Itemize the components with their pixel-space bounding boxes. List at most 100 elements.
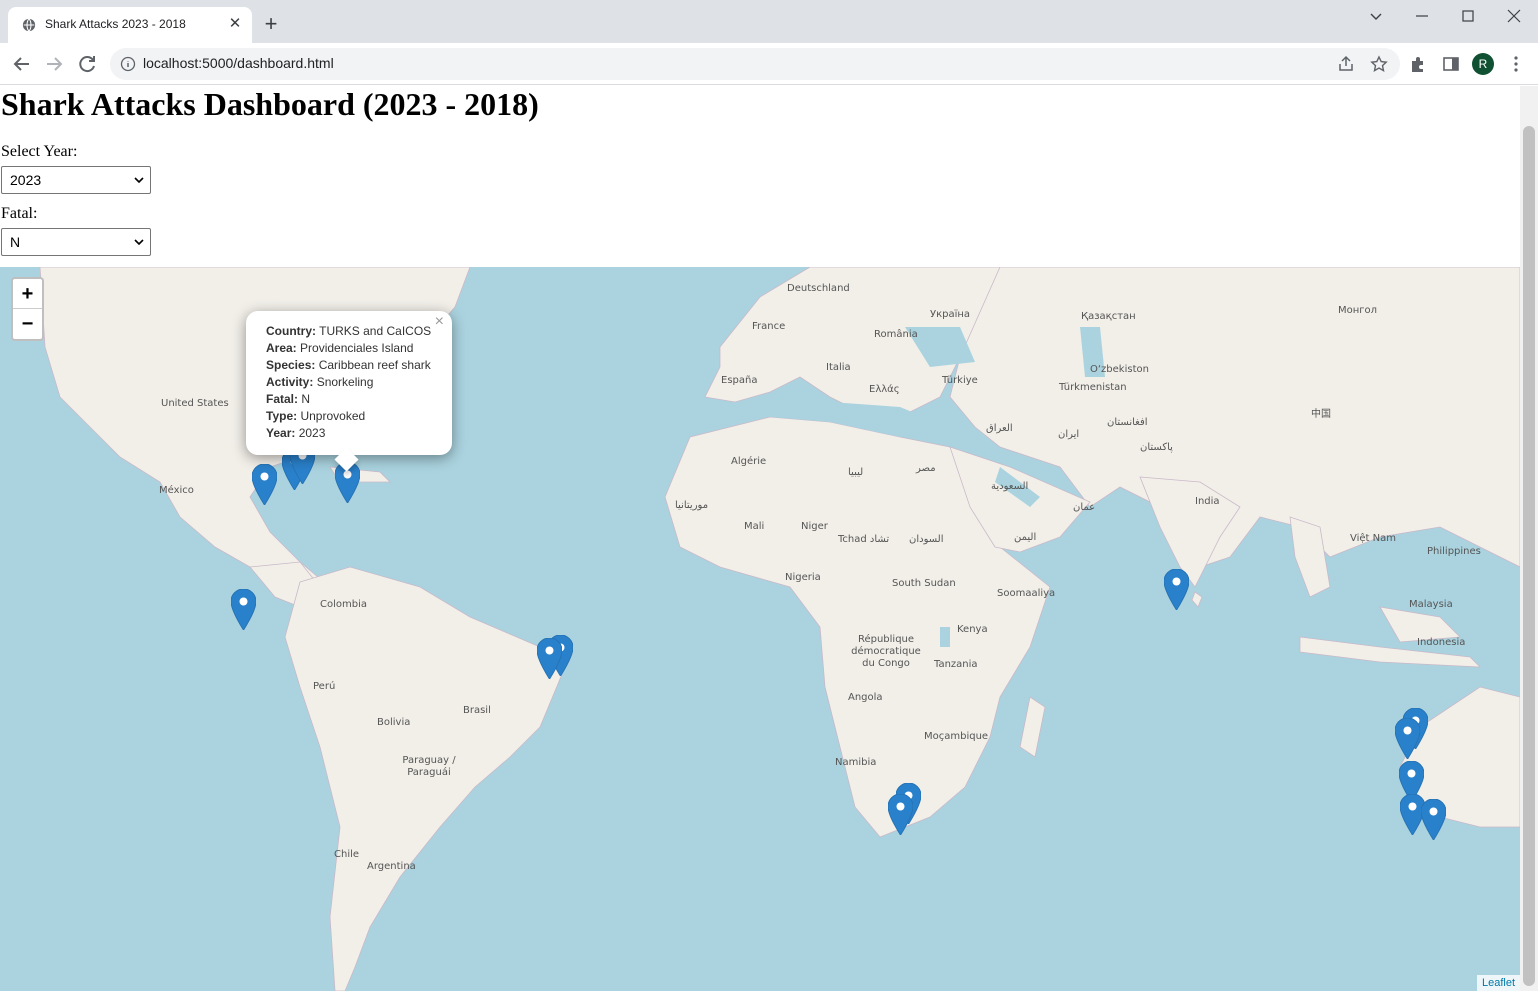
map-label: Türkmenistan	[1059, 382, 1127, 393]
year-select[interactable]: 2023	[1, 166, 151, 194]
tab-close-icon[interactable]: ✕	[226, 15, 244, 33]
map-label: Italia	[826, 362, 851, 373]
map-label: United States	[161, 398, 229, 409]
map-label: Angola	[848, 692, 883, 703]
back-icon[interactable]	[10, 52, 34, 76]
map-label: South Sudan	[892, 578, 956, 589]
fatal-select[interactable]: N	[1, 228, 151, 256]
map-label: Việt Nam	[1350, 533, 1397, 544]
map-pin-icon[interactable]	[537, 638, 562, 679]
extensions-icon[interactable]	[1408, 54, 1428, 74]
map-label: السعودية	[991, 481, 1029, 492]
map-label: مصر	[916, 463, 936, 474]
map-label: Chile	[334, 849, 360, 860]
popup-fatal-label: Fatal:	[266, 392, 299, 406]
address-bar[interactable]: localhost:5000/dashboard.html	[110, 48, 1400, 80]
map-label: Deutschland	[787, 283, 850, 294]
map-pin-icon[interactable]	[231, 589, 256, 630]
popup-fatal: N	[301, 392, 311, 406]
popup-area: Providenciales Island	[300, 341, 414, 355]
maximize-icon[interactable]	[1458, 6, 1478, 26]
page-scrollbar[interactable]	[1520, 86, 1538, 991]
chevron-down-icon	[134, 177, 144, 184]
year-select-value: 2023	[10, 172, 42, 188]
map-label: Монгол	[1338, 305, 1378, 316]
map-label: India	[1195, 496, 1220, 507]
map-label: Argentina	[367, 861, 416, 872]
popup-year-label: Year:	[266, 426, 296, 440]
map-label: Colombia	[320, 599, 367, 610]
map-label: Nigeria	[785, 572, 821, 583]
popup-species-label: Species:	[266, 358, 316, 372]
browser-tab[interactable]: Shark Attacks 2023 - 2018 ✕	[8, 7, 252, 43]
forward-icon[interactable]	[42, 52, 66, 76]
map-label: عمان	[1073, 502, 1096, 513]
bookmark-star-icon[interactable]	[1369, 54, 1389, 74]
map-label: Perú	[313, 681, 336, 692]
reload-icon[interactable]	[75, 52, 99, 76]
tab-title: Shark Attacks 2023 - 2018	[45, 17, 186, 31]
map-label: السودان	[909, 534, 944, 545]
map-label: Malaysia	[1409, 599, 1453, 610]
leaflet-attribution-link[interactable]: Leaflet	[1476, 975, 1520, 991]
profile-avatar[interactable]: R	[1472, 53, 1494, 75]
map-label: Mali	[744, 521, 765, 532]
scrollbar-thumb[interactable]	[1523, 126, 1535, 986]
popup-activity: Snorkeling	[316, 375, 374, 389]
year-label: Select Year:	[1, 143, 78, 160]
map-label: پاکستان	[1140, 442, 1173, 453]
map-label: France	[752, 321, 786, 332]
map-pin-icon[interactable]	[1421, 799, 1446, 840]
map-label: Bolivia	[377, 717, 411, 728]
map-label: Algérie	[731, 456, 767, 467]
site-info-icon[interactable]	[120, 56, 136, 72]
popup-activity-label: Activity:	[266, 375, 314, 389]
popup-type: Unprovoked	[300, 409, 366, 423]
map-label: Paraguay / Paraguái	[402, 755, 456, 778]
popup-type-label: Type:	[266, 409, 298, 423]
map-pin-icon[interactable]	[252, 464, 277, 505]
map-label: Қазақстан	[1081, 311, 1136, 322]
map-label: Namibia	[835, 757, 877, 768]
chevron-down-icon	[134, 239, 144, 246]
map-label: موريتانيا	[675, 500, 709, 511]
map-pin-icon[interactable]	[1395, 718, 1420, 759]
close-window-icon[interactable]	[1504, 6, 1524, 26]
map-label: العراق	[986, 423, 1013, 434]
tab-search-icon[interactable]	[1366, 6, 1386, 26]
map-label: Indonesia	[1417, 637, 1466, 648]
map-label: Tchad تشاد	[838, 534, 890, 545]
world-basemap	[39, 267, 1520, 991]
map-pin-icon[interactable]	[1164, 569, 1189, 610]
map-label: Philippines	[1427, 546, 1481, 557]
zoom-control: + −	[11, 277, 44, 341]
zoom-out-button[interactable]: −	[13, 309, 42, 339]
leaflet-map[interactable]: Deutschland France España Italia România…	[0, 267, 1520, 991]
new-tab-icon[interactable]: +	[260, 13, 282, 36]
popup-country: TURKS and CaICOS	[319, 324, 432, 338]
url-text: localhost:5000/dashboard.html	[143, 55, 334, 71]
map-label: 中国	[1311, 409, 1331, 420]
browser-toolbar: localhost:5000/dashboard.html R	[0, 43, 1538, 85]
map-label: Україна	[930, 309, 971, 320]
map-label: O‘zbekiston	[1090, 364, 1149, 375]
popup-content: Country: TURKS and CaICOS Area: Providen…	[266, 323, 431, 442]
map-label: España	[721, 375, 758, 386]
map-label: Brasil	[463, 705, 491, 716]
map-label: Niger	[801, 521, 828, 532]
zoom-in-button[interactable]: +	[13, 279, 42, 309]
browser-tab-bar: Shark Attacks 2023 - 2018 ✕ +	[0, 0, 1538, 43]
minimize-icon[interactable]	[1412, 6, 1432, 26]
map-label: México	[159, 485, 194, 496]
map-pin-icon[interactable]	[888, 794, 913, 835]
map-label: ليبيا	[848, 467, 864, 478]
share-icon[interactable]	[1336, 54, 1356, 74]
fatal-label: Fatal:	[1, 205, 38, 222]
map-label: Ελλάς	[869, 384, 900, 395]
map-label: Tanzania	[934, 659, 978, 670]
side-panel-icon[interactable]	[1441, 54, 1461, 74]
map-label: România	[874, 329, 918, 340]
map-label: Türkiye	[942, 375, 978, 386]
popup-close-button[interactable]: ×	[435, 313, 444, 331]
menu-kebab-icon[interactable]	[1506, 54, 1526, 74]
